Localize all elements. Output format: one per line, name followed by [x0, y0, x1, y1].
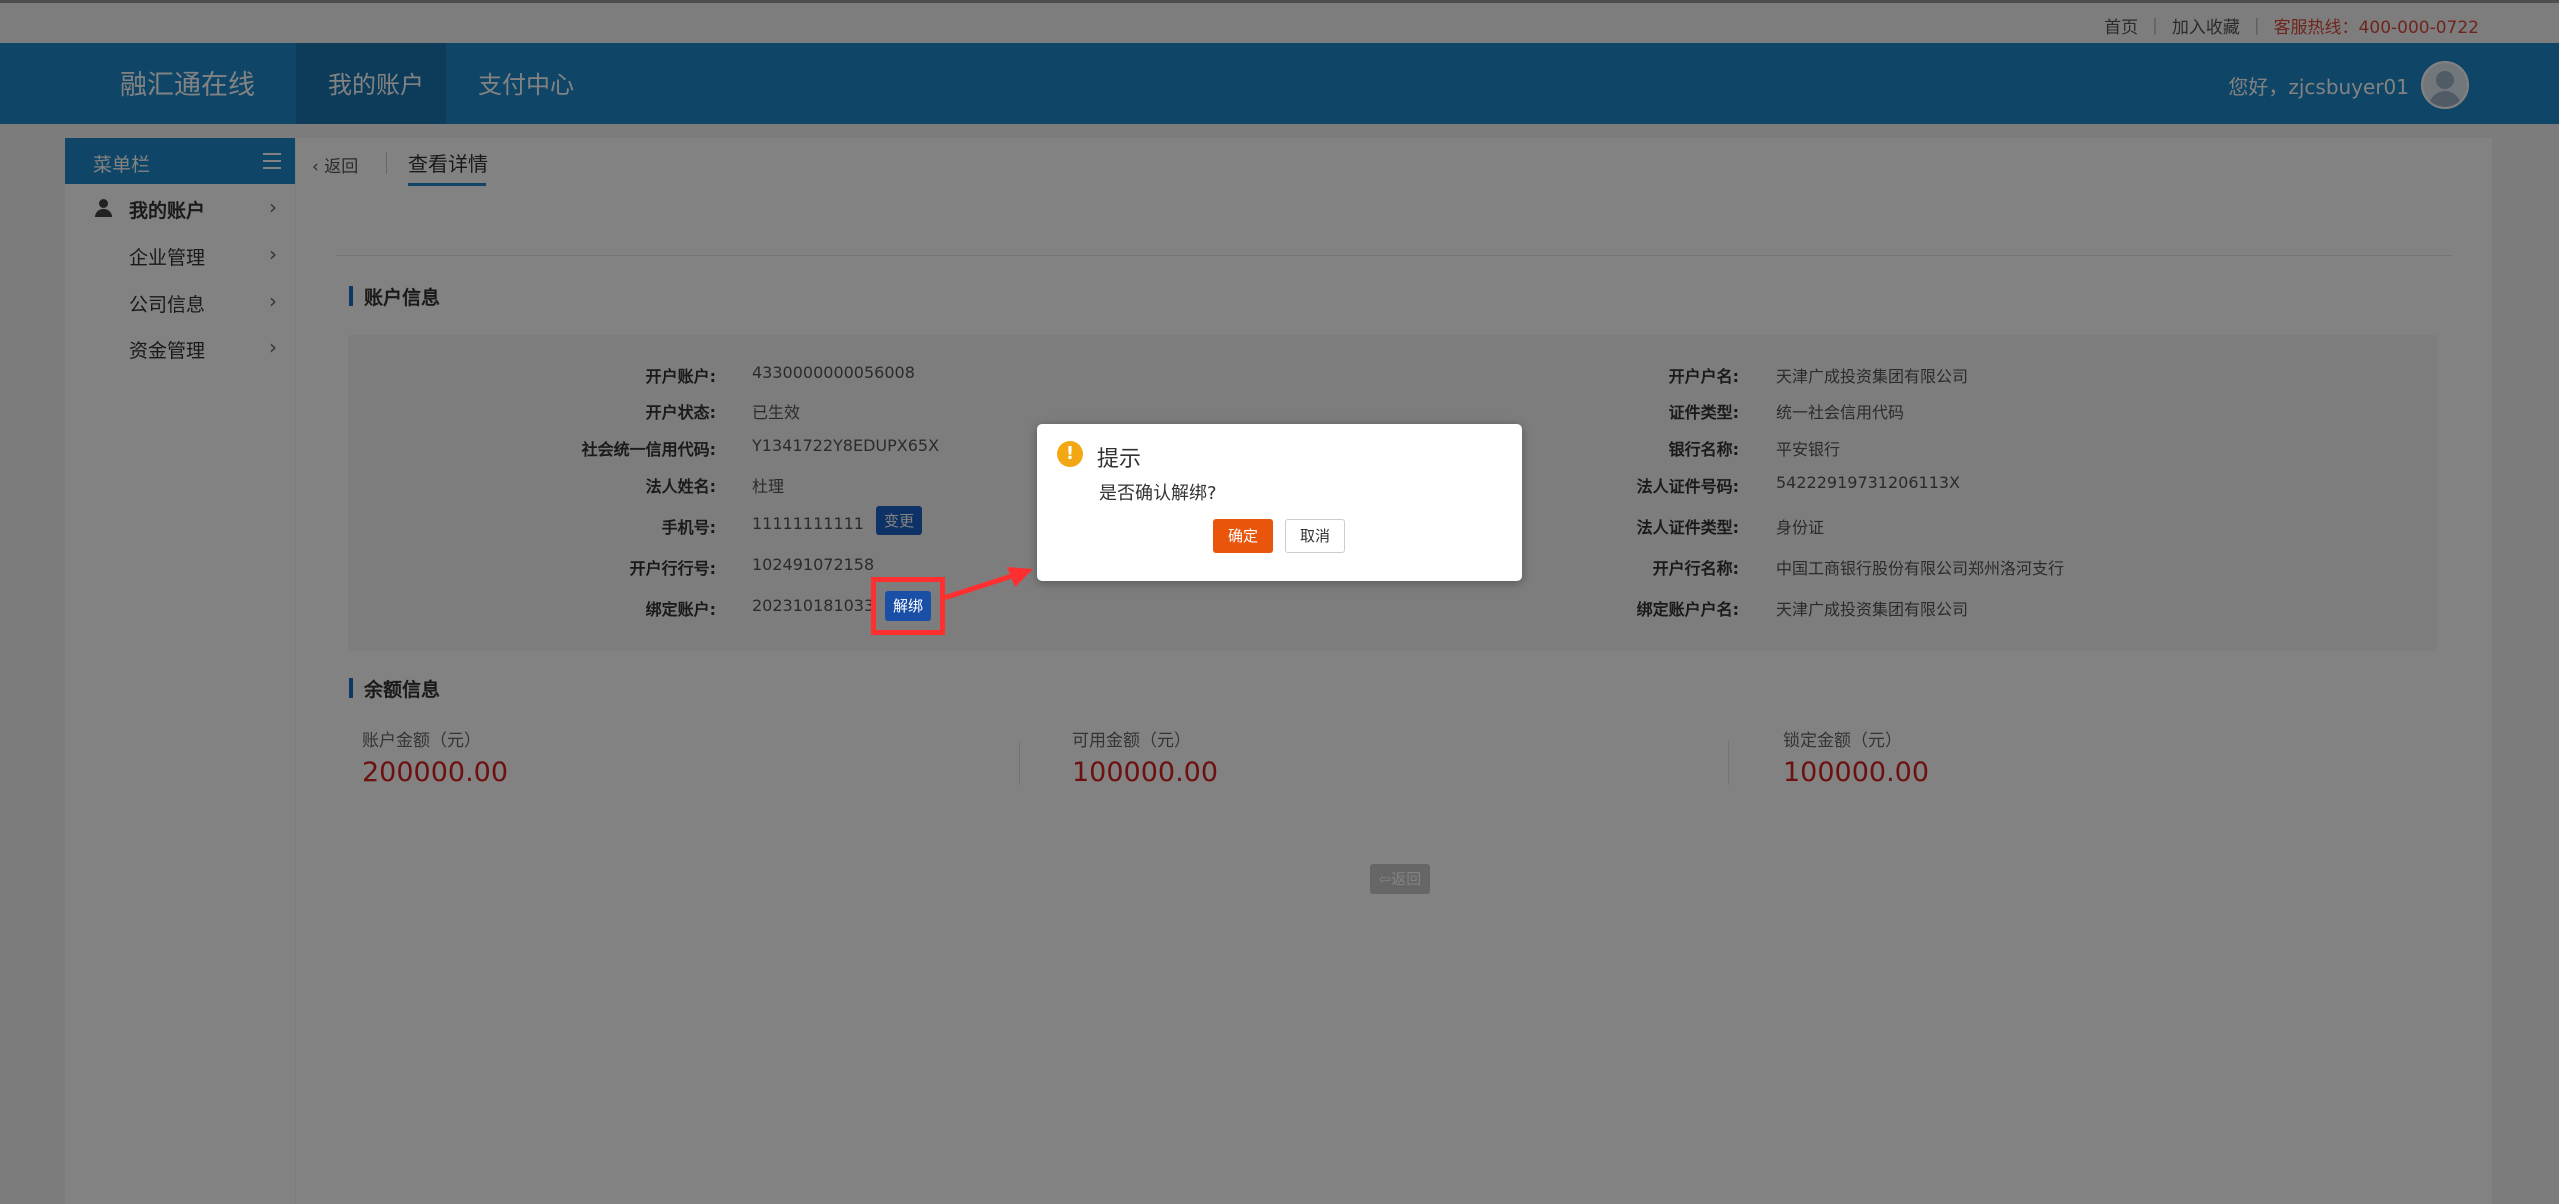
annotation-highlight-box: [871, 577, 945, 635]
confirm-button[interactable]: 确定: [1213, 519, 1273, 553]
cancel-button[interactable]: 取消: [1285, 519, 1345, 553]
annotation-arrow-icon: [945, 567, 1033, 600]
warning-icon: !: [1057, 441, 1083, 467]
dialog-title: 提示: [1097, 447, 1142, 472]
dialog-message: 是否确认解绑?: [1099, 483, 1217, 504]
confirm-dialog: ! 提示 是否确认解绑? 确定 取消: [1037, 424, 1522, 581]
modal-overlay[interactable]: [0, 0, 2559, 1204]
